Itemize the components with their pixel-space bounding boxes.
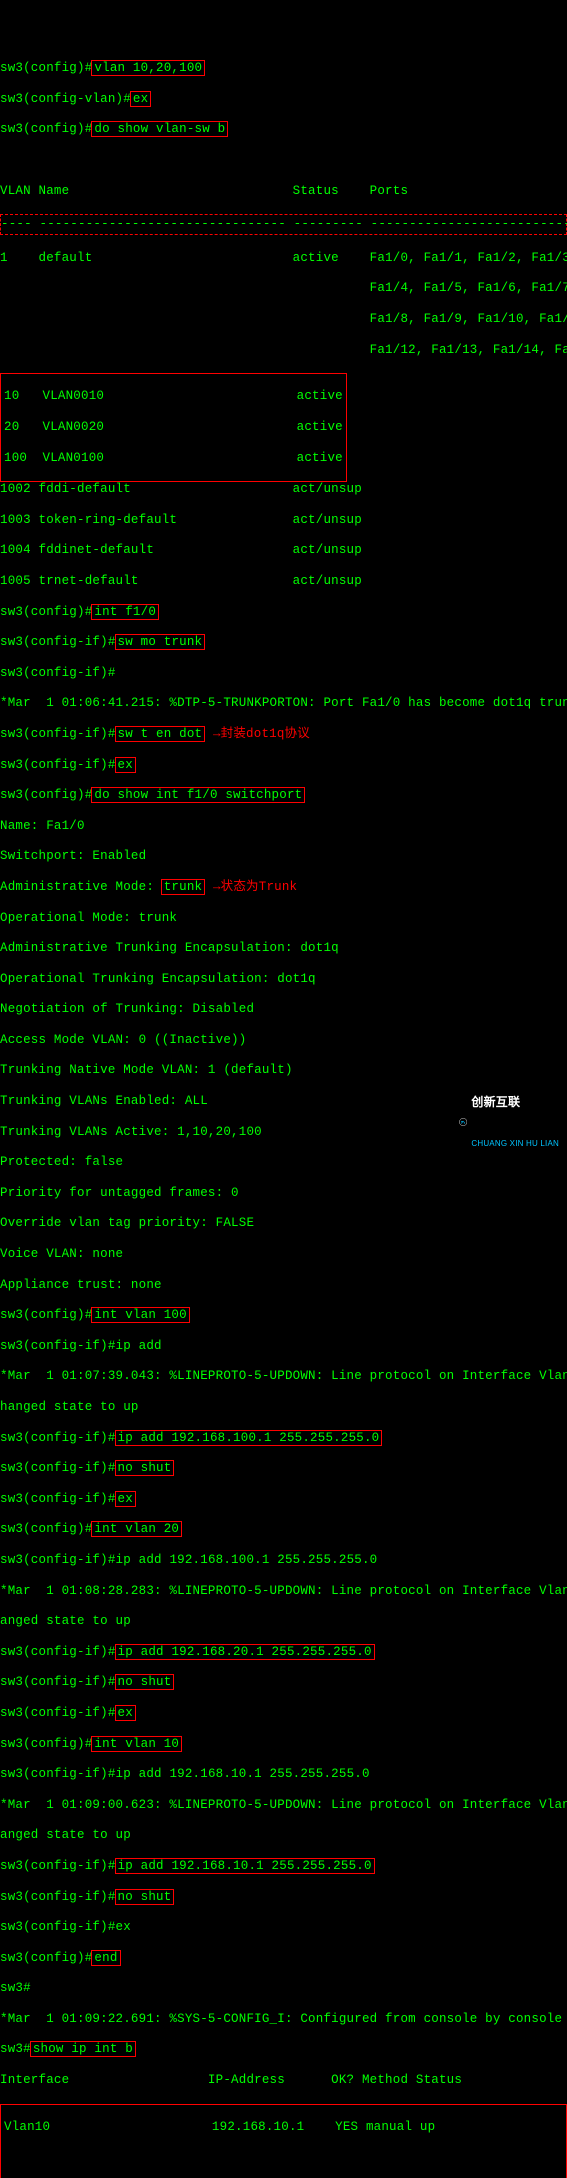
line: sw3(config)#vlan 10,20,100 <box>0 61 567 76</box>
line: sw3(config-if)#ip add 192.168.100.1 255.… <box>0 1431 567 1446</box>
cmd-int-vlan100: int vlan 100 <box>91 1307 189 1323</box>
line: *Mar 1 01:08:28.283: %LINEPROTO-5-UPDOWN… <box>0 1584 567 1599</box>
line: anged state to up <box>0 1828 567 1843</box>
line: sw3(config-if)#ip add <box>0 1339 567 1354</box>
cmd-show-ip-int-b: show ip int b <box>30 2041 136 2057</box>
line: sw3(config-vlan)#ex <box>0 92 567 107</box>
line: Override vlan tag priority: FALSE <box>0 1216 567 1231</box>
line: Negotiation of Trunking: Disabled <box>0 1002 567 1017</box>
cmd-show-vlan: do show vlan-sw b <box>91 121 228 137</box>
line: sw3#show ip int b <box>0 2042 567 2057</box>
cmd-ip-add-100: ip add 192.168.100.1 255.255.255.0 <box>115 1430 383 1446</box>
vlan-created-box: 10 VLAN0010 active 20 VLAN0020 active 10… <box>0 373 347 482</box>
line: sw3(config)#int f1/0 <box>0 605 567 620</box>
line: sw3(config-if)#sw t en dot →封装dot1q协议 <box>0 727 567 742</box>
line: *Mar 1 01:06:41.215: %DTP-5-TRUNKPORTON:… <box>0 696 567 711</box>
vlan-row: 1005 trnet-default act/unsup <box>0 574 567 589</box>
line: sw3(config-if)# <box>0 666 567 681</box>
cmd-no-shut: no shut <box>115 1460 175 1476</box>
line: Switchport: Enabled <box>0 849 567 864</box>
line: sw3(config-if)#ex <box>0 1706 567 1721</box>
line: Appliance trust: none <box>0 1278 567 1293</box>
cmd-end: end <box>91 1950 120 1966</box>
line: anged state to up <box>0 1614 567 1629</box>
line: hanged state to up <box>0 1400 567 1415</box>
cmd-int-f10: int f1/0 <box>91 604 159 620</box>
line: sw3(config)#int vlan 20 <box>0 1522 567 1537</box>
line: sw3(config)#do show int f1/0 switchport <box>0 788 567 803</box>
cmd-int-vlan20: int vlan 20 <box>91 1521 182 1537</box>
line: sw3(config-if)#ip add 192.168.100.1 255.… <box>0 1553 567 1568</box>
cmd-do-show-int: do show int f1/0 switchport <box>91 787 305 803</box>
line: sw3(config-if)#no shut <box>0 1461 567 1476</box>
line: Voice VLAN: none <box>0 1247 567 1262</box>
cmd-ex: ex <box>130 91 151 107</box>
vlan-header: VLAN Name Status Ports <box>0 184 567 199</box>
cmd-vlan: vlan 10,20,100 <box>91 60 205 76</box>
cmd-sw-t-en-dot: sw t en dot <box>115 726 206 742</box>
line: sw3(config-if)#sw mo trunk <box>0 635 567 650</box>
line: sw3(config)#end <box>0 1951 567 1966</box>
vlan-row: 1 default active Fa1/0, Fa1/1, Fa1/2, Fa… <box>0 251 567 266</box>
ip-header: Interface IP-Address OK? Method Status P… <box>0 2073 567 2088</box>
arrow-icon: → <box>205 880 220 894</box>
vlan-dash: ---- -------------------------------- --… <box>0 214 567 235</box>
line: sw3(config-if)#ip add 192.168.20.1 255.2… <box>0 1645 567 1660</box>
line: sw3(config-if)#no shut <box>0 1890 567 1905</box>
vlan-row: 100 VLAN0100 active <box>1 451 346 466</box>
line: Operational Trunking Encapsulation: dot1… <box>0 972 567 987</box>
line: Priority for untagged frames: 0 <box>0 1186 567 1201</box>
line: sw3(config-if)#ex <box>0 758 567 773</box>
cmd-no-shut: no shut <box>115 1889 175 1905</box>
brand-cn: 创新互联 <box>471 1096 559 1108</box>
line: sw3(config)#int vlan 100 <box>0 1308 567 1323</box>
line: sw3# <box>0 1981 567 1996</box>
cmd-ip-add-20: ip add 192.168.20.1 255.255.255.0 <box>115 1644 375 1660</box>
line: sw3(config-if)#ip add 192.168.10.1 255.2… <box>0 1767 567 1782</box>
vlan-row: Fa1/8, Fa1/9, Fa1/10, Fa1/11 <box>0 312 567 327</box>
line: Administrative Mode: trunk →状态为Trunk <box>0 880 567 895</box>
line: *Mar 1 01:09:22.691: %SYS-5-CONFIG_I: Co… <box>0 2012 567 2027</box>
vlan-row: 1004 fddinet-default act/unsup <box>0 543 567 558</box>
vlan-row: Fa1/4, Fa1/5, Fa1/6, Fa1/7 <box>0 281 567 296</box>
cmd-ip-add-10: ip add 192.168.10.1 255.255.255.0 <box>115 1858 375 1874</box>
line: Name: Fa1/0 <box>0 819 567 834</box>
ip-row: Vlan10 192.168.10.1 YES manual up up <box>1 2120 566 2135</box>
line: sw3(config-if)#no shut <box>0 1675 567 1690</box>
vlan-row: 1002 fddi-default act/unsup <box>0 482 567 497</box>
line: *Mar 1 01:07:39.043: %LINEPROTO-5-UPDOWN… <box>0 1369 567 1384</box>
cmd-int-vlan10: int vlan 10 <box>91 1736 182 1752</box>
vlan-row: 10 VLAN0010 active <box>1 389 346 404</box>
line: *Mar 1 01:09:00.623: %LINEPROTO-5-UPDOWN… <box>0 1798 567 1813</box>
line: sw3(config)#int vlan 10 <box>0 1737 567 1752</box>
watermark-logo: 创新互联 CHUANG XIN HU LIAN <box>459 1035 559 1081</box>
cmd-ex: ex <box>115 757 136 773</box>
cmd-sw-mo-trunk: sw mo trunk <box>115 634 206 650</box>
brand-en: CHUANG XIN HU LIAN <box>471 1139 559 1148</box>
vlan-row: 1003 token-ring-default act/unsup <box>0 513 567 528</box>
ip-int-box: Vlan10 192.168.10.1 YES manual up up Vla… <box>0 2104 567 2178</box>
cmd-ex: ex <box>115 1491 136 1507</box>
line: sw3(config)#do show vlan-sw b <box>0 122 567 137</box>
arrow-icon: → <box>205 727 220 741</box>
line: sw3(config-if)#ex <box>0 1492 567 1507</box>
cmd-ex: ex <box>115 1705 136 1721</box>
line: sw3(config-if)#ip add 192.168.10.1 255.2… <box>0 1859 567 1874</box>
annotation: 状态为Trunk <box>221 880 298 894</box>
vlan-row: Fa1/12, Fa1/13, Fa1/14, Fa1/15 <box>0 343 567 358</box>
annotation: 封装dot1q协议 <box>221 727 310 741</box>
line: sw3(config-if)#ex <box>0 1920 567 1935</box>
mode-trunk: trunk <box>161 879 206 895</box>
line: Administrative Trunking Encapsulation: d… <box>0 941 567 956</box>
vlan-row: 20 VLAN0020 active <box>1 420 346 435</box>
cmd-no-shut: no shut <box>115 1674 175 1690</box>
line: Operational Mode: trunk <box>0 911 567 926</box>
